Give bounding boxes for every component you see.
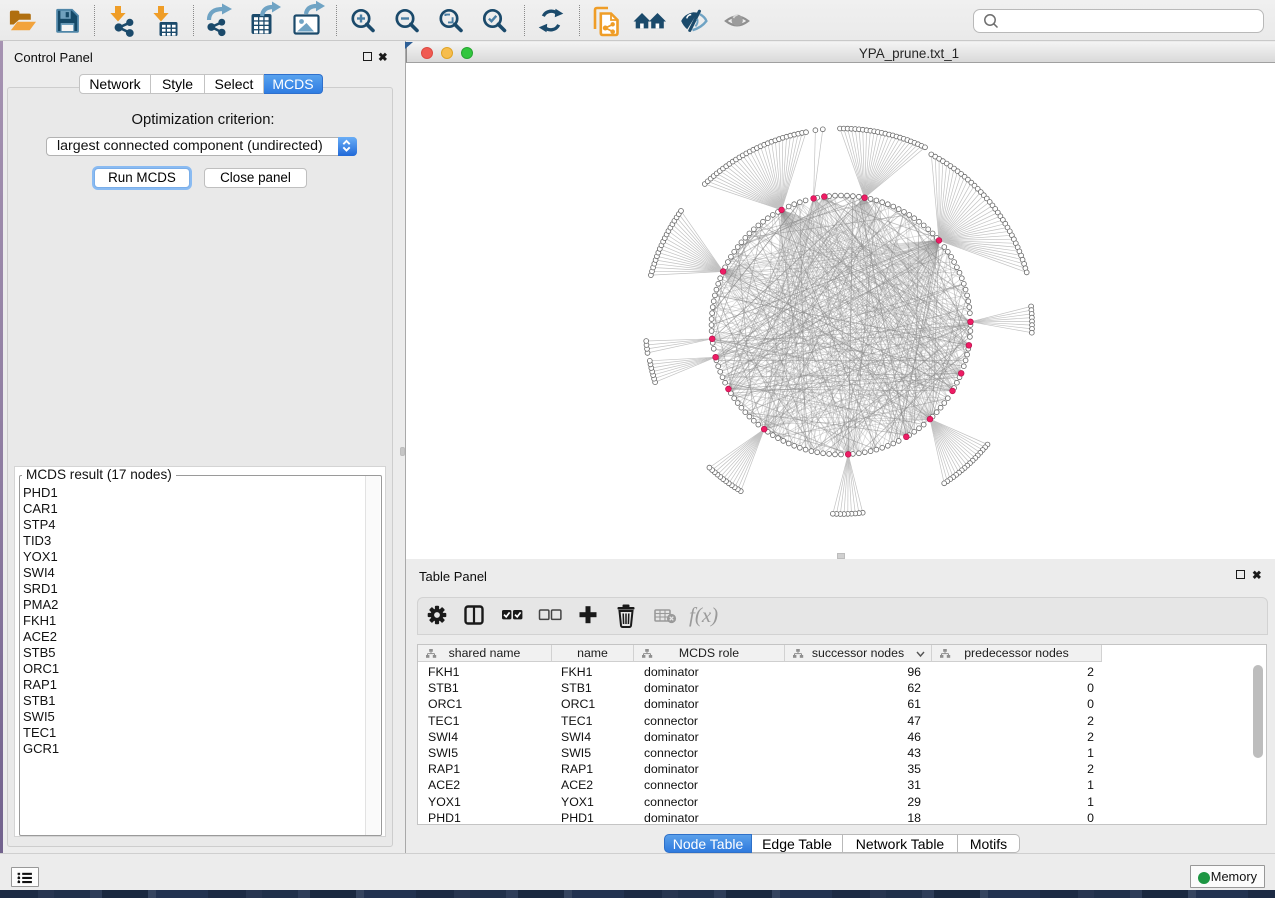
svg-text:f(x): f(x)	[689, 603, 718, 627]
